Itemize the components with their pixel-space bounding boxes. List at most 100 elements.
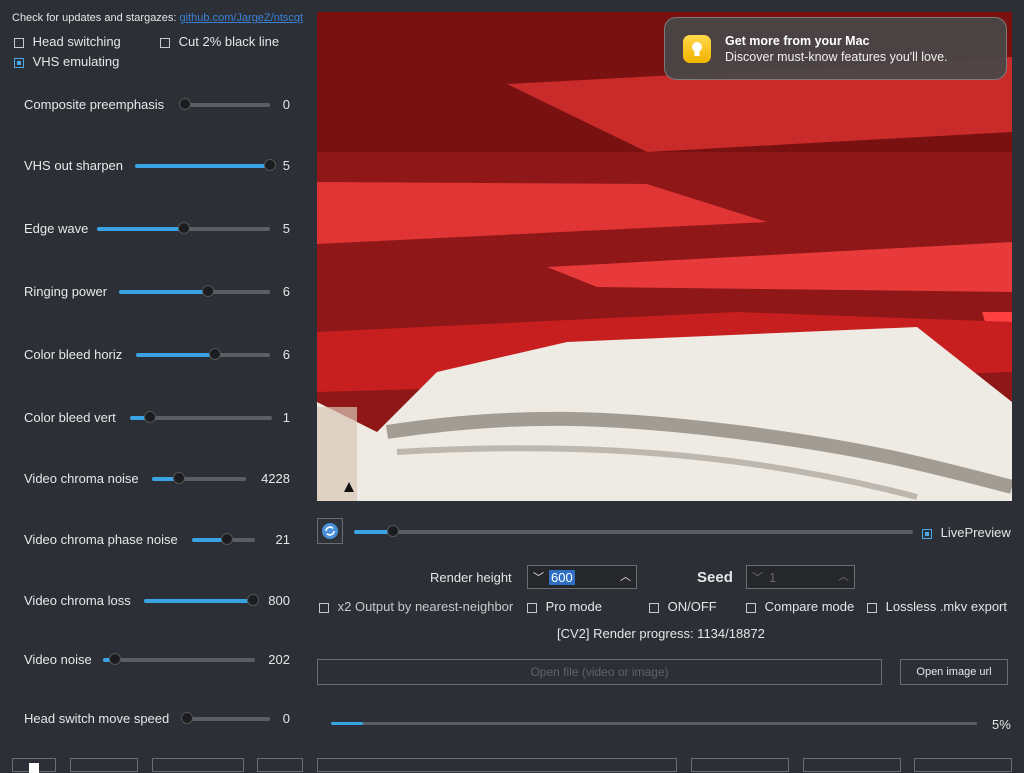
- timeline-knob[interactable]: [387, 525, 400, 537]
- slider-track[interactable]: [135, 159, 276, 171]
- chevron-up-icon[interactable]: ︿: [838, 568, 849, 584]
- head-switching-option[interactable]: Head switching: [14, 34, 121, 49]
- chevron-down-icon[interactable]: ﹀: [752, 569, 763, 585]
- slider-label: Color bleed vert: [24, 410, 116, 425]
- slider-value: 0: [282, 97, 290, 112]
- x2-output-option[interactable]: x2 Output by nearest-neighbor: [319, 599, 513, 614]
- bottom-button-2[interactable]: [152, 758, 244, 772]
- slider-knob[interactable]: [179, 98, 191, 110]
- update-text: Check for updates and stargazes:: [12, 12, 177, 24]
- render-height-spinbox[interactable]: ﹀ 600 ︿: [527, 565, 637, 589]
- slider-fill: [136, 353, 216, 357]
- bottom-button-3[interactable]: [257, 758, 303, 772]
- live-preview-checkbox[interactable]: [922, 528, 932, 539]
- slider-label: VHS out sharpen: [24, 158, 124, 173]
- slider-track[interactable]: [144, 594, 259, 606]
- bottom-button-4[interactable]: [691, 758, 789, 772]
- refresh-button[interactable]: [317, 518, 343, 544]
- slider-knob[interactable]: [181, 712, 193, 724]
- bottom-button-5[interactable]: [803, 758, 901, 772]
- bottom-button-6[interactable]: [914, 758, 1012, 772]
- lightbulb-icon: [683, 35, 711, 63]
- on-off-label: ON/OFF: [667, 599, 717, 614]
- open-image-url-button[interactable]: Open image url: [900, 659, 1008, 685]
- slider-fill: [119, 290, 209, 294]
- compare-mode-option[interactable]: Compare mode: [746, 599, 854, 614]
- compare-mode-label: Compare mode: [764, 599, 855, 614]
- bottom-button-1[interactable]: [70, 758, 138, 772]
- slider-value: 202: [268, 652, 290, 667]
- pro-mode-label: Pro mode: [545, 599, 602, 614]
- slider-track[interactable]: [130, 411, 272, 423]
- bottom-field[interactable]: [317, 758, 677, 772]
- live-preview-label: LivePreview: [940, 525, 1011, 540]
- cut-black-line-option[interactable]: Cut 2% black line: [160, 34, 279, 49]
- slider-knob[interactable]: [109, 653, 122, 665]
- on-off-checkbox[interactable]: [649, 602, 659, 613]
- render-height-value[interactable]: 600: [549, 570, 575, 585]
- slider-fill: [97, 227, 184, 231]
- slider-knob[interactable]: [246, 594, 259, 606]
- compare-mode-checkbox[interactable]: [746, 602, 756, 613]
- slider-knob[interactable]: [220, 533, 233, 545]
- slider-value: 4228: [261, 471, 290, 486]
- progress-percent: 5%: [992, 717, 1011, 732]
- timeline-slider[interactable]: [354, 525, 913, 537]
- slider-value: 6: [282, 284, 290, 299]
- notification-body: Discover must-know features you'll love.: [725, 50, 948, 64]
- slider-fill: [144, 599, 253, 603]
- slider-value: 6: [282, 347, 290, 362]
- slider-track[interactable]: [181, 712, 270, 724]
- slider-track[interactable]: [152, 472, 246, 484]
- x2-output-checkbox[interactable]: [319, 602, 329, 613]
- slider-track[interactable]: [136, 348, 270, 360]
- slider-label: Ringing power: [24, 284, 108, 299]
- vhs-emulating-checkbox[interactable]: [14, 57, 24, 68]
- on-off-option[interactable]: ON/OFF: [649, 599, 717, 614]
- mouse-cursor-icon: [344, 482, 354, 492]
- slider-label: Video chroma phase noise: [24, 532, 178, 547]
- live-preview-option[interactable]: LivePreview: [922, 525, 1011, 540]
- pro-mode-option[interactable]: Pro mode: [527, 599, 602, 614]
- chevron-up-icon[interactable]: ︿: [620, 568, 631, 584]
- lossless-checkbox[interactable]: [867, 602, 877, 613]
- slider-value: 5: [282, 221, 290, 236]
- slider-track[interactable]: [179, 98, 270, 110]
- open-file-button[interactable]: Open file (video or image): [317, 659, 882, 685]
- cut-black-line-checkbox[interactable]: [160, 37, 170, 48]
- render-progress-bar: [331, 722, 977, 725]
- slider-label: Video chroma loss: [24, 593, 131, 608]
- vhs-emulating-option[interactable]: VHS emulating: [14, 54, 119, 69]
- slider-label: Color bleed horiz: [24, 347, 123, 362]
- seed-spinbox[interactable]: ﹀ 1 ︿: [746, 565, 855, 589]
- slider-knob[interactable]: [173, 472, 186, 484]
- bottom-toggle-button[interactable]: [12, 758, 56, 773]
- render-progress-fill: [331, 722, 364, 725]
- slider-value: 0: [282, 711, 290, 726]
- seed-label: Seed: [697, 569, 733, 586]
- slider-track[interactable]: [97, 222, 270, 234]
- repo-link[interactable]: github.com/JargeZ/ntscqt: [180, 12, 304, 24]
- slider-track[interactable]: [192, 533, 255, 545]
- slider-track[interactable]: [103, 653, 255, 665]
- video-preview: [317, 12, 1012, 501]
- slider-label: Head switch move speed: [24, 711, 170, 726]
- mac-notification[interactable]: Get more from your Mac Discover must-kno…: [664, 17, 1007, 80]
- slider-knob[interactable]: [143, 411, 156, 423]
- lossless-label: Lossless .mkv export: [885, 599, 1007, 614]
- x2-output-label: x2 Output by nearest-neighbor: [337, 599, 514, 614]
- slider-knob[interactable]: [177, 222, 190, 234]
- lossless-option[interactable]: Lossless .mkv export: [867, 599, 1007, 614]
- chevron-down-icon[interactable]: ﹀: [533, 569, 544, 585]
- slider-value: 21: [275, 532, 290, 547]
- head-switching-checkbox[interactable]: [14, 37, 24, 48]
- slider-knob[interactable]: [202, 285, 215, 297]
- seed-value[interactable]: 1: [769, 570, 776, 585]
- slider-fill: [135, 164, 270, 168]
- slider-track[interactable]: [119, 285, 270, 297]
- slider-knob[interactable]: [264, 159, 276, 171]
- pro-mode-checkbox[interactable]: [527, 602, 537, 613]
- slider-value: 800: [268, 593, 290, 608]
- slider-knob[interactable]: [209, 348, 222, 360]
- slider-value: 1: [282, 410, 290, 425]
